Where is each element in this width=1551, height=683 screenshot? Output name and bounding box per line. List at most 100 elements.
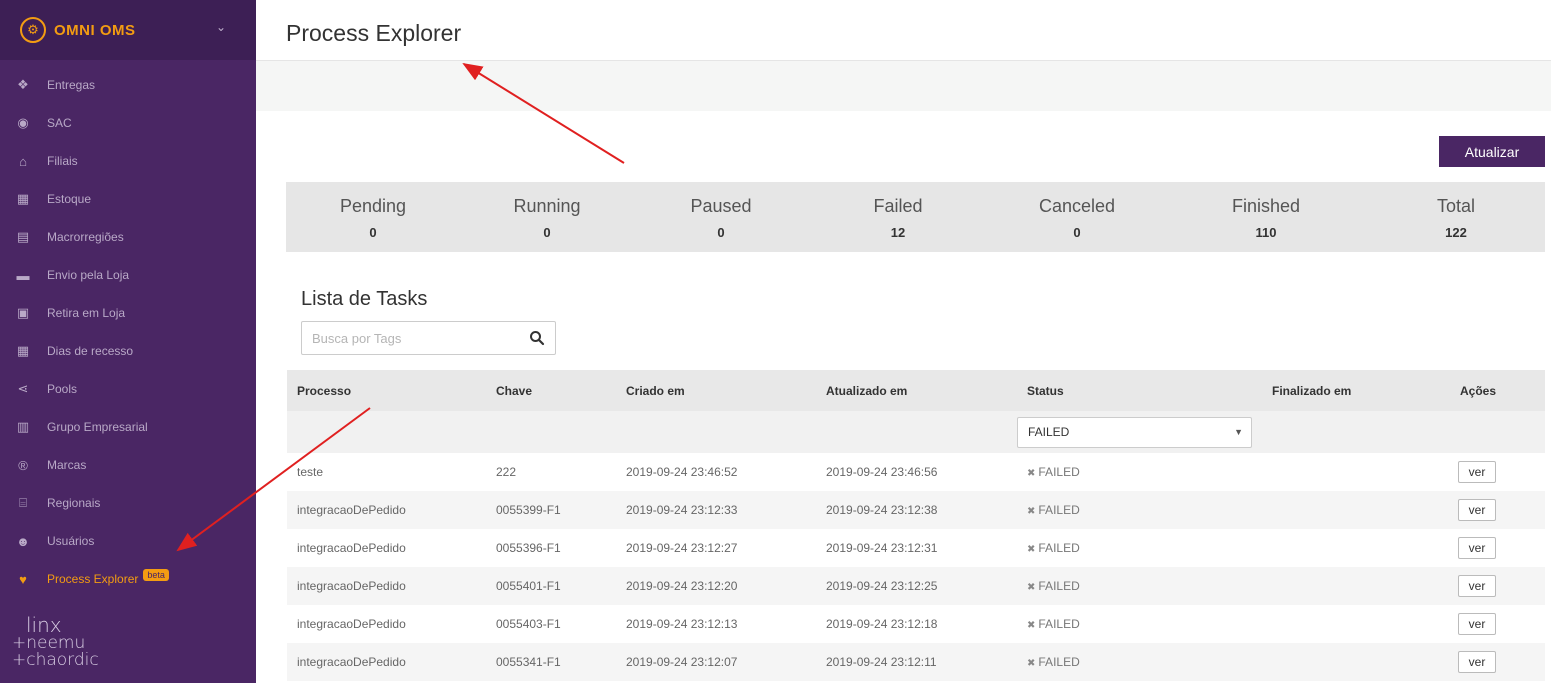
sidebar-item-envio-pela-loja[interactable]: ▬ Envio pela Loja [0, 256, 256, 294]
status-filter-select[interactable]: FAILED ▼ [1017, 417, 1252, 448]
sidebar-item-label: Envio pela Loja [47, 268, 130, 282]
stat-label: Running [513, 196, 581, 216]
cell-status: ✖ FAILED [1027, 579, 1080, 593]
cart-logo-icon: ⚙ [20, 17, 46, 43]
close-icon: ✖ [1027, 658, 1036, 669]
footer-logo-line1: linx [26, 613, 62, 637]
shopping-bag-icon: ▣ [16, 305, 30, 320]
column-header[interactable]: Status [1027, 384, 1064, 398]
sidebar-item-label: Regionais [47, 496, 101, 510]
stat-pending: Pending 0 [313, 182, 433, 240]
table-row: integracaoDePedido 0055401-F1 2019-09-24 2… [287, 567, 1545, 605]
column-header[interactable]: Ações [1460, 384, 1496, 398]
sidebar-nav: ❖ Entregas ◉ SAC ⌂ Filiais ▦ Estoque ▤ Macrorregi… [0, 60, 256, 598]
sidebar-item-label: Pools [47, 382, 78, 396]
sidebar-item-estoque[interactable]: ▦ Estoque [0, 180, 256, 218]
cell-status: ✖ FAILED [1027, 503, 1080, 517]
user-circle-icon: ◉ [17, 115, 29, 130]
table-row: integracaoDePedido 0055396-F1 2019-09-24 2… [287, 529, 1545, 567]
home-icon: ⌂ [19, 153, 27, 169]
status-summary: Pending 0 Running 0 Paused 0 Failed 12 Canceled 0… [286, 182, 1545, 252]
cell-chave: 0055341-F1 [496, 655, 561, 669]
cubes-icon: ▦ [16, 191, 30, 206]
table-row: integracaoDePedido 0055341-F1 2019-09-24 2… [287, 643, 1545, 681]
table-row: teste 222 2019-09-24 23:46:52 2019-09-24 23… [287, 453, 1545, 491]
page-title: Process Explorer [286, 20, 462, 46]
status-text: FAILED [1038, 503, 1080, 517]
stat-finished: Finished 110 [1206, 182, 1326, 240]
cell-criado: 2019-09-24 23:12:27 [626, 541, 738, 555]
tag-search-input[interactable] [302, 322, 512, 354]
sidebar-item-filiais[interactable]: ⌂ Filiais [0, 142, 256, 180]
cell-criado: 2019-09-24 23:12:07 [626, 655, 738, 669]
map-icon: ▤ [16, 229, 30, 244]
sidebar-item-dias-de-recesso[interactable]: ▦ Dias de recesso [0, 332, 256, 370]
column-header[interactable]: Chave [496, 384, 532, 398]
cell-processo: integracaoDePedido [297, 617, 406, 631]
stat-running: Running 0 [487, 182, 607, 240]
column-header[interactable]: Criado em [626, 384, 685, 398]
sidebar-item-label: Usuários [47, 534, 95, 548]
close-icon: ✖ [1027, 468, 1036, 479]
cell-criado: 2019-09-24 23:12:20 [626, 579, 738, 593]
brand-header[interactable]: ⚙ OMNI OMS ⌄ [0, 0, 256, 60]
table-row: integracaoDePedido 0055399-F1 2019-09-24 2… [287, 491, 1545, 529]
calendar-icon: ▦ [16, 343, 30, 358]
dropbox-icon: ❖ [17, 77, 29, 92]
sidebar-item-sac[interactable]: ◉ SAC [0, 104, 256, 142]
footer-logo: linx +neemu +chaordic [12, 615, 99, 669]
filter-row: FAILED ▼ [287, 411, 1545, 453]
sidebar-item-label: Marcas [47, 458, 87, 472]
cell-atualizado: 2019-09-24 23:12:18 [826, 617, 938, 631]
sidebar-item-label: Macrorregiões [47, 230, 124, 244]
sidebar-item-pools[interactable]: ⋖ Pools [0, 370, 256, 408]
view-task-button[interactable]: ver [1458, 575, 1496, 597]
share-icon: ⋖ [17, 381, 29, 396]
cell-criado: 2019-09-24 23:46:52 [626, 465, 738, 479]
cell-processo: teste [297, 465, 324, 479]
cell-atualizado: 2019-09-24 23:46:56 [826, 465, 938, 479]
view-task-button[interactable]: ver [1458, 613, 1496, 635]
view-task-button[interactable]: ver [1458, 499, 1496, 521]
chevron-down-icon[interactable]: ⌄ [216, 20, 226, 34]
sidebar-item-label: SAC [47, 116, 72, 130]
sidebar-item-grupo-empresarial[interactable]: ▥ Grupo Empresarial [0, 408, 256, 446]
cell-processo: integracaoDePedido [297, 579, 406, 593]
column-header[interactable]: Processo [297, 384, 351, 398]
sidebar-item-process-explorer[interactable]: ♥ Process Explorer beta [0, 560, 256, 598]
stat-label: Finished [1231, 196, 1301, 216]
close-icon: ✖ [1027, 582, 1036, 593]
page-header: Process Explorer [256, 0, 1551, 61]
stat-canceled: Canceled 0 [1017, 182, 1137, 240]
users-icon: ☻ [16, 533, 30, 549]
cell-atualizado: 2019-09-24 23:12:31 [826, 541, 938, 555]
sidebar-item-regionais[interactable]: ⌸ Regionais [0, 484, 256, 522]
sidebar-item-retira-em-loja[interactable]: ▣ Retira em Loja [0, 294, 256, 332]
stat-value: 0 [1073, 225, 1081, 240]
status-text: FAILED [1038, 655, 1080, 669]
stat-label: Canceled [1038, 196, 1116, 216]
sidebar-item-label: Estoque [47, 192, 92, 206]
cell-chave: 0055403-F1 [496, 617, 561, 631]
stat-value: 0 [543, 225, 551, 240]
cell-processo: integracaoDePedido [297, 655, 406, 669]
sidebar-item-macrorregi-es[interactable]: ▤ Macrorregiões [0, 218, 256, 256]
update-button[interactable]: Atualizar [1439, 136, 1545, 167]
view-task-button[interactable]: ver [1458, 537, 1496, 559]
table-header: Processo Chave Criado em Atualizado em Statu… [287, 370, 1545, 411]
column-header[interactable]: Finalizado em [1272, 384, 1351, 398]
sidebar-item-entregas[interactable]: ❖ Entregas [0, 66, 256, 104]
search-icon[interactable] [529, 330, 545, 346]
column-header[interactable]: Atualizado em [826, 384, 907, 398]
cell-status: ✖ FAILED [1027, 617, 1080, 631]
sidebar-item-label: Retira em Loja [47, 306, 126, 320]
sidebar-item-label: Entregas [47, 78, 96, 92]
view-task-button[interactable]: ver [1458, 461, 1496, 483]
stat-value: 122 [1445, 225, 1467, 240]
view-task-button[interactable]: ver [1458, 651, 1496, 673]
cell-status: ✖ FAILED [1027, 541, 1080, 555]
sidebar-item-usu-rios[interactable]: ☻ Usuários [0, 522, 256, 560]
app-name: OMNI OMS [54, 21, 136, 39]
status-text: FAILED [1038, 465, 1080, 479]
sidebar-item-marcas[interactable]: ® Marcas [0, 446, 256, 484]
